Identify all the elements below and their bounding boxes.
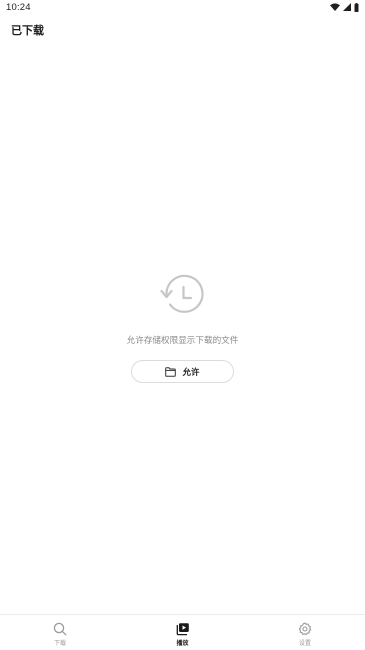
search-icon xyxy=(53,622,67,636)
status-icons xyxy=(330,2,359,12)
app-screen: 10:24 已下载 允许存储权限显示下载的文件 允许 下载 播放 设置 xyxy=(0,0,365,650)
folder-icon xyxy=(165,366,177,377)
nav-item-settings[interactable]: 设置 xyxy=(275,615,335,647)
nav-item-download[interactable]: 下载 xyxy=(30,615,90,647)
allow-permission-button[interactable]: 允许 xyxy=(131,360,234,383)
history-clock-icon xyxy=(157,270,209,322)
empty-state: 允许存储权限显示下载的文件 允许 xyxy=(0,270,365,383)
status-time: 10:24 xyxy=(6,1,31,13)
battery-icon xyxy=(354,2,359,12)
nav-label-download: 下载 xyxy=(53,640,66,647)
nav-item-play[interactable]: 播放 xyxy=(153,615,213,647)
page-title: 已下载 xyxy=(11,24,44,37)
status-bar: 10:24 xyxy=(0,0,365,14)
nav-label-settings: 设置 xyxy=(298,640,311,647)
bottom-navigation: 下载 播放 设置 xyxy=(0,614,365,650)
nav-label-play: 播放 xyxy=(176,640,189,647)
gear-icon xyxy=(298,622,312,636)
play-library-icon xyxy=(176,622,190,636)
wifi-icon xyxy=(330,3,340,11)
allow-button-label: 允许 xyxy=(182,367,200,378)
empty-state-message: 允许存储权限显示下载的文件 xyxy=(126,336,239,346)
cellular-signal-icon xyxy=(343,3,351,11)
